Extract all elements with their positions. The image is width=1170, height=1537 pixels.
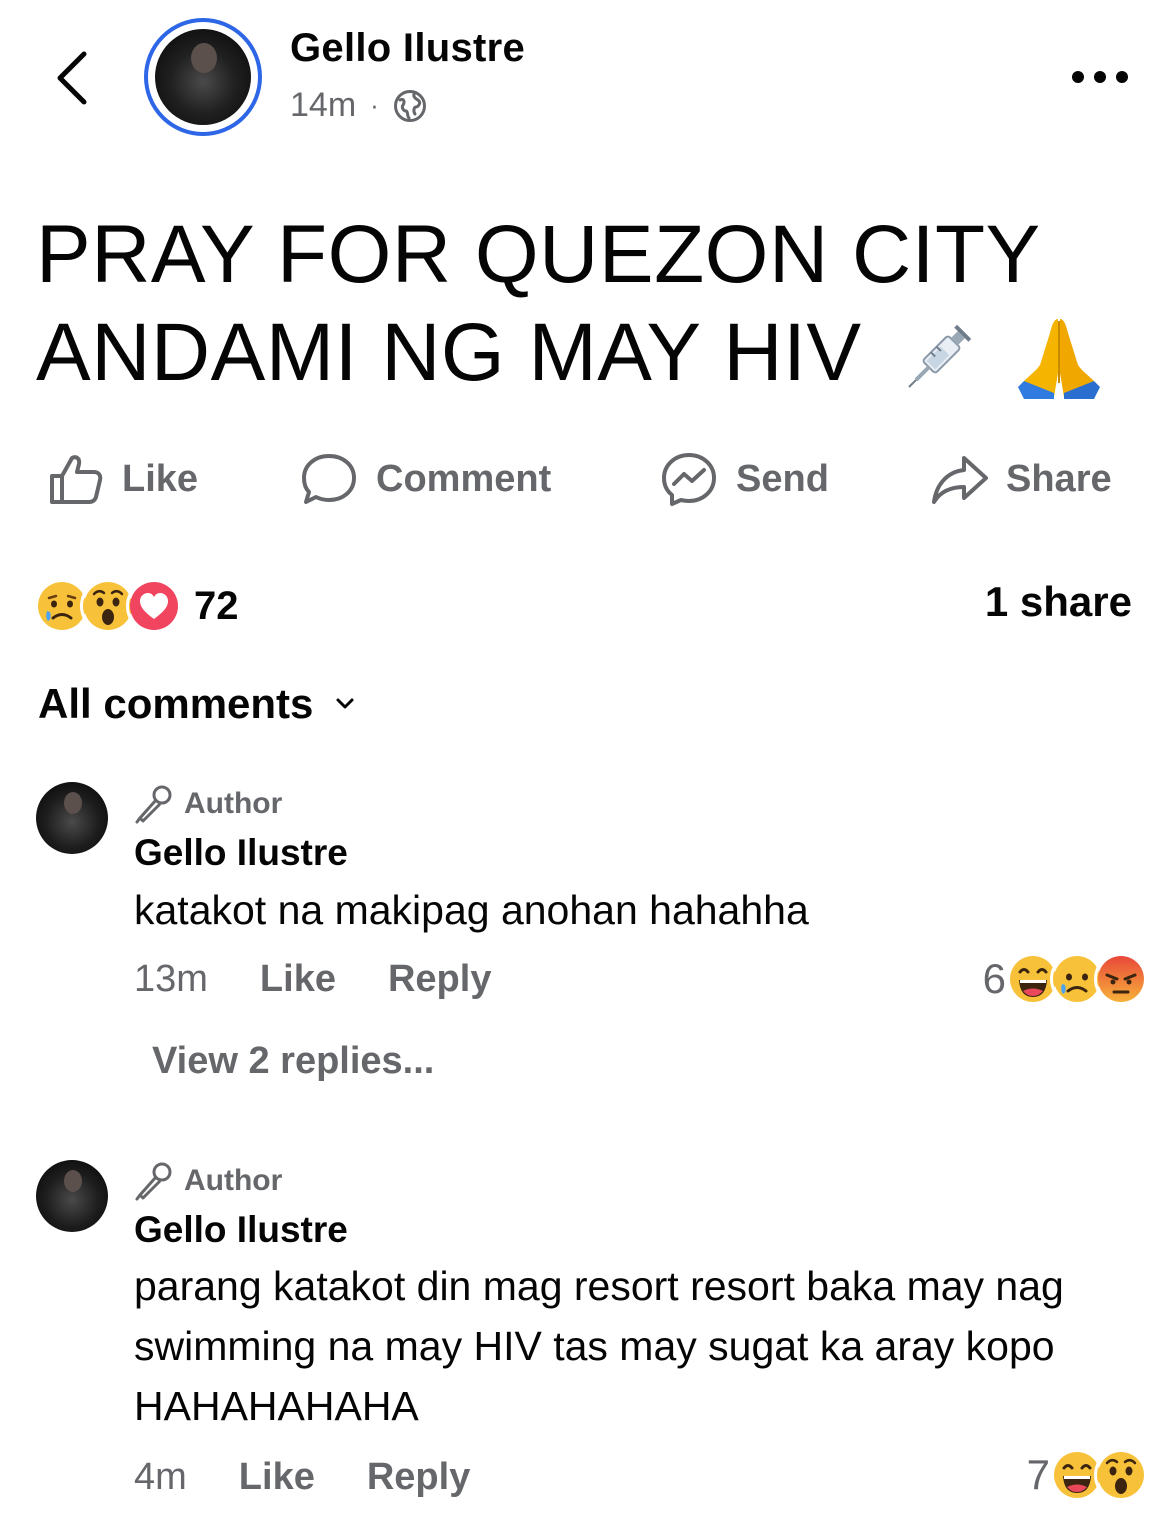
comment-meta: 4m Like Reply	[134, 1456, 470, 1499]
meta-separator: ·	[370, 90, 379, 120]
share-count[interactable]: 1 share	[985, 578, 1132, 626]
post-line-1: PRAY FOR QUEZON CITY	[36, 209, 1041, 300]
comments-filter-dropdown[interactable]: All comments	[38, 680, 355, 728]
send-button[interactable]: Send	[660, 450, 829, 508]
comment-reply-button[interactable]: Reply	[388, 958, 491, 1001]
microphone-icon	[135, 1162, 172, 1201]
comments-filter-label: All comments	[38, 680, 314, 727]
view-replies-link[interactable]: View 2 replies...	[152, 1040, 434, 1083]
author-badge-label: Author	[184, 1164, 283, 1197]
comment-avatar[interactable]	[36, 782, 108, 854]
author-badge: Author	[134, 1161, 282, 1201]
post-meta: 14m ·	[290, 86, 427, 125]
comment-like-button[interactable]: Like	[260, 958, 336, 1001]
reaction-count: 72	[194, 583, 239, 628]
chevron-down-icon	[336, 698, 354, 709]
comment-time[interactable]: 13m	[134, 958, 208, 1001]
post-time[interactable]: 14m	[290, 86, 356, 125]
microphone-icon	[135, 785, 172, 824]
comment-bubble-icon	[302, 454, 356, 504]
post-line-2: ANDAMI NG MAY HIV	[36, 304, 1146, 403]
comment-label: Comment	[376, 457, 552, 500]
syringe-icon	[908, 325, 972, 389]
comment-time[interactable]: 4m	[134, 1456, 187, 1499]
author-badge: Author	[134, 784, 282, 824]
comment-reply-button[interactable]: Reply	[367, 1456, 470, 1499]
post-line-2-text: ANDAMI NG MAY HIV	[36, 307, 862, 398]
comment-reactions[interactable]: 7	[1027, 1448, 1148, 1502]
angry-face-icon	[1094, 952, 1148, 1006]
messenger-icon	[662, 453, 716, 506]
comment-avatar[interactable]	[36, 1160, 108, 1232]
share-label: Share	[1006, 457, 1112, 500]
back-arrow-icon[interactable]	[52, 48, 92, 108]
comment-button[interactable]: Comment	[300, 450, 551, 508]
send-label: Send	[736, 457, 829, 500]
reactions-summary[interactable]: 72	[34, 578, 239, 634]
commenter-name[interactable]: Gello Ilustre	[134, 832, 348, 874]
comment-meta: 13m Like Reply	[134, 958, 491, 1001]
comment-like-button[interactable]: Like	[239, 1456, 315, 1499]
post-text: PRAY FOR QUEZON CITY ANDAMI NG MAY HIV	[36, 206, 1146, 403]
comment-reaction-count: 6	[982, 955, 1006, 1002]
thumbs-up-icon	[50, 455, 103, 504]
comment-reactions[interactable]: 6	[983, 952, 1148, 1006]
comment-text: parang katakot din mag resort resort bak…	[134, 1263, 1064, 1429]
author-badge-label: Author	[184, 787, 283, 820]
commenter-name[interactable]: Gello Ilustre	[134, 1209, 348, 1251]
share-arrow-icon	[932, 456, 988, 504]
author-avatar[interactable]	[144, 18, 262, 136]
surprised-face-icon	[1094, 1448, 1148, 1502]
comment-reaction-count: 7	[1026, 1451, 1050, 1498]
love-heart-icon	[126, 578, 182, 634]
comment-text: katakot na makipag anohan hahahha	[134, 887, 809, 933]
globe-icon	[393, 89, 426, 122]
like-button[interactable]: Like	[46, 450, 198, 508]
praying-hands-icon	[1018, 319, 1101, 400]
like-label: Like	[122, 457, 199, 500]
share-button[interactable]: Share	[930, 450, 1112, 508]
more-options-icon[interactable]	[1070, 66, 1130, 88]
author-name[interactable]: Gello Ilustre	[290, 26, 525, 71]
